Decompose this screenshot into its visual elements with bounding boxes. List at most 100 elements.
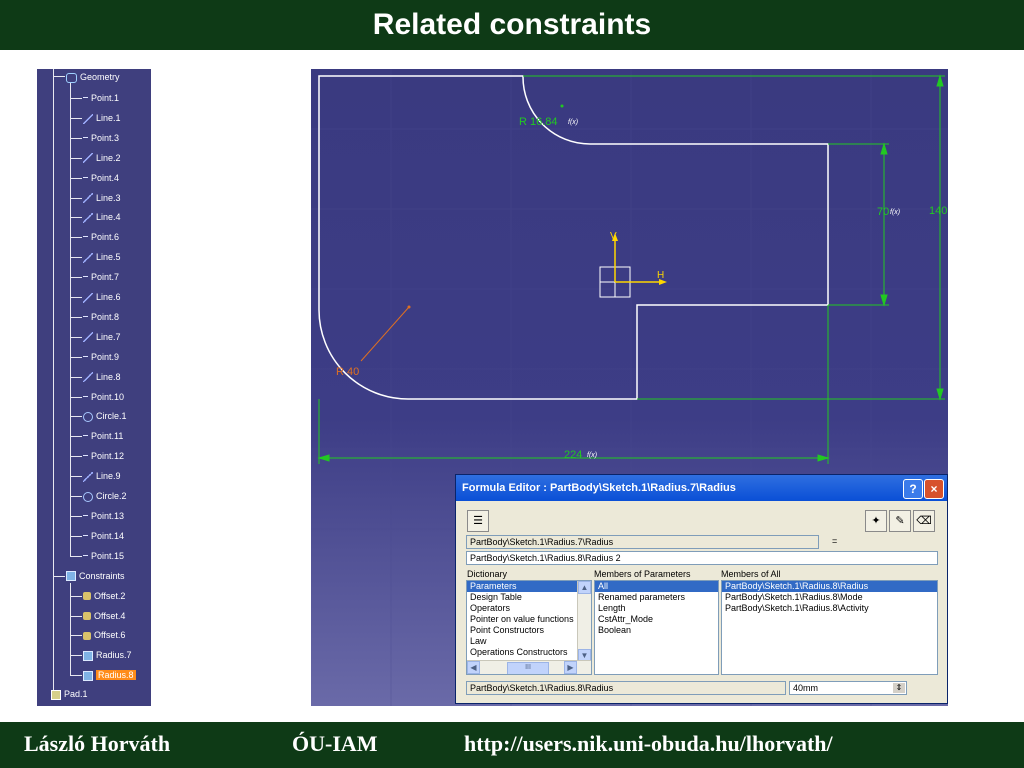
tree-connector [70, 595, 82, 597]
list-item[interactable]: Parameters [467, 581, 591, 592]
tree-item[interactable]: Line.4 [83, 210, 121, 224]
tree-item[interactable]: Line.3 [83, 191, 121, 205]
tree-connector [70, 396, 82, 398]
tree-item[interactable]: Radius.7 [83, 648, 132, 662]
tree-item[interactable]: Point.4 [83, 171, 119, 185]
tree-item[interactable]: Offset.4 [83, 609, 125, 623]
point-icon [83, 355, 88, 357]
offset-icon [83, 592, 91, 601]
list-item[interactable]: Point Constructors [467, 625, 591, 636]
tree-item-label: Point.11 [91, 431, 124, 442]
dialog-title-bar[interactable]: Formula Editor : PartBody\Sketch.1\Radiu… [456, 475, 947, 501]
tree-item-label: Line.4 [96, 212, 121, 223]
tree-item[interactable]: Constraints [66, 569, 125, 583]
list-item[interactable]: Pointer on value functions [467, 614, 591, 625]
tree-item-label: Circle.2 [96, 491, 127, 501]
tree-item[interactable]: Line.6 [83, 290, 121, 304]
members-all-list[interactable]: PartBody\Sketch.1\Radius.8\Radius PartBod… [721, 580, 938, 675]
radius-icon [83, 670, 93, 681]
list-item[interactable]: Boolean [595, 625, 718, 636]
tree-item[interactable]: Offset.6 [83, 628, 125, 642]
tree-item[interactable]: Point.3 [83, 131, 119, 145]
line-icon [83, 471, 93, 482]
scroll-thumb[interactable]: III [507, 662, 549, 674]
point-icon [83, 136, 88, 138]
tree-item-label: Offset.6 [94, 630, 126, 641]
point-icon [83, 395, 88, 397]
line-icon [83, 113, 93, 124]
point-icon [83, 97, 88, 99]
axis-v-label: V [610, 231, 617, 242]
help-button[interactable]: ? [903, 479, 923, 499]
tree-item[interactable]: Point.1 [83, 91, 119, 105]
scroll-right-button[interactable]: ▶ [564, 661, 577, 674]
tree-item[interactable]: Offset.2 [83, 589, 125, 603]
tree-item-label: Line.2 [96, 152, 121, 163]
list-item[interactable]: Length [595, 603, 718, 614]
tree-item[interactable]: Point.6 [83, 230, 119, 244]
tree-item[interactable]: Circle.2 [83, 489, 127, 503]
spinner-icon[interactable]: ⇕ [893, 683, 905, 693]
radius-16-label: R 16.84 [519, 116, 558, 128]
erase-button[interactable]: ⌫ [913, 510, 935, 532]
magnifier-icon: ✦ [871, 515, 881, 527]
tree-item[interactable]: Line.5 [83, 250, 121, 264]
tree-item[interactable]: Point.7 [83, 270, 119, 284]
close-button[interactable]: × [924, 479, 944, 499]
tree-item[interactable]: Point.8 [83, 310, 119, 324]
tree-item[interactable]: Pad.1 [51, 687, 88, 701]
footer-author: László Horváth [24, 731, 171, 756]
parameter-tree-button[interactable]: ☰ [467, 510, 489, 532]
tree-item[interactable]: Circle.1 [83, 409, 127, 423]
tree-item[interactable]: Point.15 [83, 549, 124, 563]
list-item[interactable]: Operations Constructors [467, 647, 591, 658]
list-item[interactable]: PartBody\Sketch.1\Radius.8\Radius [722, 581, 937, 592]
footer-url[interactable]: http://users.nik.uni-obuda.hu/lhorvath/ [464, 731, 833, 757]
list-item[interactable]: Design Table [467, 592, 591, 603]
width-224-label: 224 [564, 449, 582, 461]
list-item[interactable]: Operators [467, 603, 591, 614]
circle-icon [83, 412, 93, 423]
scroll-up-button[interactable]: ▲ [578, 581, 591, 594]
tree-item[interactable]: Line.2 [83, 151, 121, 165]
vertical-scrollbar[interactable]: ▲ ▼ [577, 581, 591, 662]
list-item[interactable]: PartBody\Sketch.1\Radius.8\Activity [722, 603, 937, 614]
tree-connector [70, 137, 82, 139]
list-item[interactable]: All [595, 581, 718, 592]
measure-button[interactable]: ✦ [865, 510, 887, 532]
formula-input[interactable]: PartBody\Sketch.1\Radius.8\Radius 2 [466, 551, 938, 565]
list-item[interactable]: CstAttr_Mode [595, 614, 718, 625]
scroll-left-button[interactable]: ◀ [467, 661, 480, 674]
pad-icon [51, 689, 61, 700]
tree-item-label: Point.8 [91, 311, 120, 322]
tree-item[interactable]: Point.9 [83, 350, 119, 364]
point-icon [83, 554, 88, 556]
list-item[interactable]: Law [467, 636, 591, 647]
tree-item[interactable]: Point.11 [83, 429, 123, 443]
tree-item[interactable]: Line.8 [83, 370, 121, 384]
tree-item[interactable]: Geometry [66, 70, 120, 84]
tree-connector [53, 575, 65, 577]
tree-connector [70, 456, 82, 458]
tree-item[interactable]: Line.9 [83, 469, 121, 483]
speech-bubble-icon: ✎ [895, 515, 905, 527]
value-field[interactable]: 40mm ⇕ [789, 681, 907, 695]
tree-item[interactable]: Point.13 [83, 509, 124, 523]
members-parameters-list[interactable]: All Renamed parameters Length CstAttr_Mode B… [594, 580, 719, 675]
list-item[interactable]: PartBody\Sketch.1\Radius.8\Mode [722, 592, 937, 603]
tree-item-label: Circle.1 [96, 411, 127, 422]
tree-item[interactable]: Radius.8 [83, 668, 136, 682]
point-icon [83, 515, 88, 517]
tree-item[interactable]: Line.1 [83, 111, 121, 125]
tree-item[interactable]: Point.14 [83, 529, 124, 543]
tree-item[interactable]: Point.10 [83, 390, 124, 404]
dictionary-list[interactable]: Parameters Design Table Operators Pointer o… [466, 580, 592, 675]
tree-item-label: Line.7 [96, 331, 121, 342]
comment-button[interactable]: ✎ [889, 510, 911, 532]
list-item[interactable]: Renamed parameters [595, 592, 718, 603]
tree-item[interactable]: Point.12 [83, 449, 124, 463]
horizontal-scrollbar[interactable]: ◀ III ▶ [467, 660, 591, 674]
point-icon [83, 236, 88, 238]
tree-item-label: Line.3 [96, 192, 121, 203]
tree-item[interactable]: Line.7 [83, 330, 121, 344]
